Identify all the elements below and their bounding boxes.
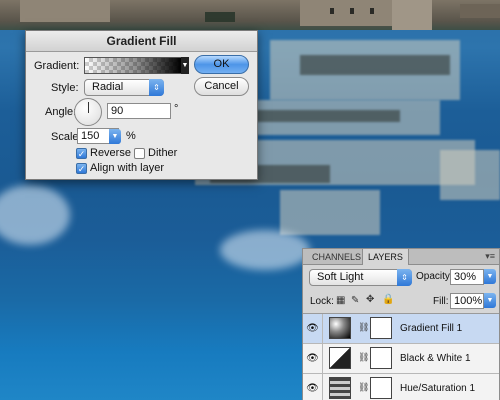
- layers-list: 👁 ⛓ Gradient Fill 1 👁 ⛓ Black & White 1 …: [303, 313, 499, 400]
- scale-unit: %: [126, 130, 136, 142]
- layer-mask-thumbnail[interactable]: [370, 377, 392, 399]
- blend-mode-select[interactable]: Soft Light ⇕: [309, 269, 412, 286]
- castle-shoreline: [0, 0, 500, 30]
- layer-row[interactable]: 👁 ⛓ Black & White 1: [303, 344, 499, 374]
- angle-input[interactable]: 90: [107, 103, 171, 119]
- angle-label: Angle:: [45, 106, 77, 118]
- opacity-value: 30%: [454, 271, 477, 283]
- gradient-swatch[interactable]: [84, 57, 182, 74]
- align-with-layer-label: Align with layer: [90, 162, 164, 174]
- opacity-arrow-icon[interactable]: ▼: [484, 269, 496, 284]
- dither-label: Dither: [148, 147, 178, 159]
- cancel-button[interactable]: Cancel: [194, 77, 249, 96]
- style-label: Style:: [51, 82, 79, 94]
- fill-value: 100%: [454, 295, 483, 307]
- layer-name: Gradient Fill 1: [400, 323, 463, 334]
- reverse-checkbox[interactable]: ✓: [76, 148, 87, 159]
- lock-image-brush-icon[interactable]: ✎: [351, 295, 359, 306]
- dialog-title: Gradient Fill: [26, 31, 257, 52]
- panel-menu-icon[interactable]: ▾≡: [485, 251, 495, 262]
- eye-visibility-icon[interactable]: 👁: [303, 314, 323, 343]
- gradient-label: Gradient:: [34, 60, 80, 72]
- layers-panel: CHANNELS LAYERS ▾≡ Soft Light ⇕ Opacity:…: [302, 248, 500, 400]
- lock-label: Lock:: [310, 296, 334, 307]
- gradient-fill-thumbnail-icon: [329, 317, 351, 339]
- scale-dropdown-arrow-icon[interactable]: ▼: [109, 129, 121, 144]
- blend-mode-value: Soft Light: [317, 271, 364, 283]
- layer-mask-thumbnail[interactable]: [370, 347, 392, 369]
- tab-layers[interactable]: LAYERS: [362, 249, 409, 265]
- lock-position-move-icon[interactable]: ✥: [366, 294, 374, 305]
- lock-transparent-icon[interactable]: ▦: [336, 295, 345, 306]
- fill-label: Fill:: [433, 296, 449, 307]
- lock-all-icon[interactable]: 🔒: [382, 294, 394, 305]
- tab-channels[interactable]: CHANNELS: [307, 249, 366, 265]
- angle-needle-icon: [88, 102, 89, 113]
- gradient-fill-dialog: Gradient Fill Gradient: ▼ Style: Radial …: [25, 30, 258, 180]
- align-with-layer-checkbox[interactable]: ✓: [76, 163, 87, 174]
- adjustment-thumbnail-icon: [329, 377, 351, 399]
- eye-visibility-icon[interactable]: 👁: [303, 374, 323, 400]
- chevron-updown-icon: ⇕: [397, 269, 412, 286]
- layer-row[interactable]: 👁 ⛓ Hue/Saturation 1: [303, 374, 499, 400]
- layer-name: Hue/Saturation 1: [400, 383, 476, 394]
- panel-tabs: CHANNELS LAYERS ▾≡: [303, 249, 499, 265]
- chain-link-icon[interactable]: ⛓: [358, 352, 369, 363]
- layer-row[interactable]: 👁 ⛓ Gradient Fill 1: [303, 314, 499, 344]
- chain-link-icon[interactable]: ⛓: [358, 322, 369, 333]
- fill-input[interactable]: 100%: [450, 293, 484, 309]
- ok-button[interactable]: OK: [194, 55, 249, 74]
- dither-checkbox[interactable]: [134, 148, 145, 159]
- angle-dial[interactable]: [74, 98, 102, 126]
- opacity-input[interactable]: 30%: [450, 269, 484, 285]
- layer-name: Black & White 1: [400, 353, 471, 364]
- angle-unit: °: [174, 103, 179, 115]
- layer-mask-thumbnail[interactable]: [370, 317, 392, 339]
- scale-value: 150: [81, 130, 100, 142]
- style-select[interactable]: Radial ⇕: [84, 79, 164, 96]
- gradient-picker-arrow-icon[interactable]: ▼: [181, 57, 189, 74]
- fill-arrow-icon[interactable]: ▼: [484, 293, 496, 308]
- reverse-label: Reverse: [90, 147, 131, 159]
- adjustment-thumbnail-icon: [329, 347, 351, 369]
- chevron-updown-icon: ⇕: [149, 79, 164, 96]
- eye-visibility-icon[interactable]: 👁: [303, 344, 323, 373]
- style-value: Radial: [92, 81, 124, 93]
- chain-link-icon[interactable]: ⛓: [358, 382, 369, 393]
- opacity-label: Opacity:: [416, 271, 453, 282]
